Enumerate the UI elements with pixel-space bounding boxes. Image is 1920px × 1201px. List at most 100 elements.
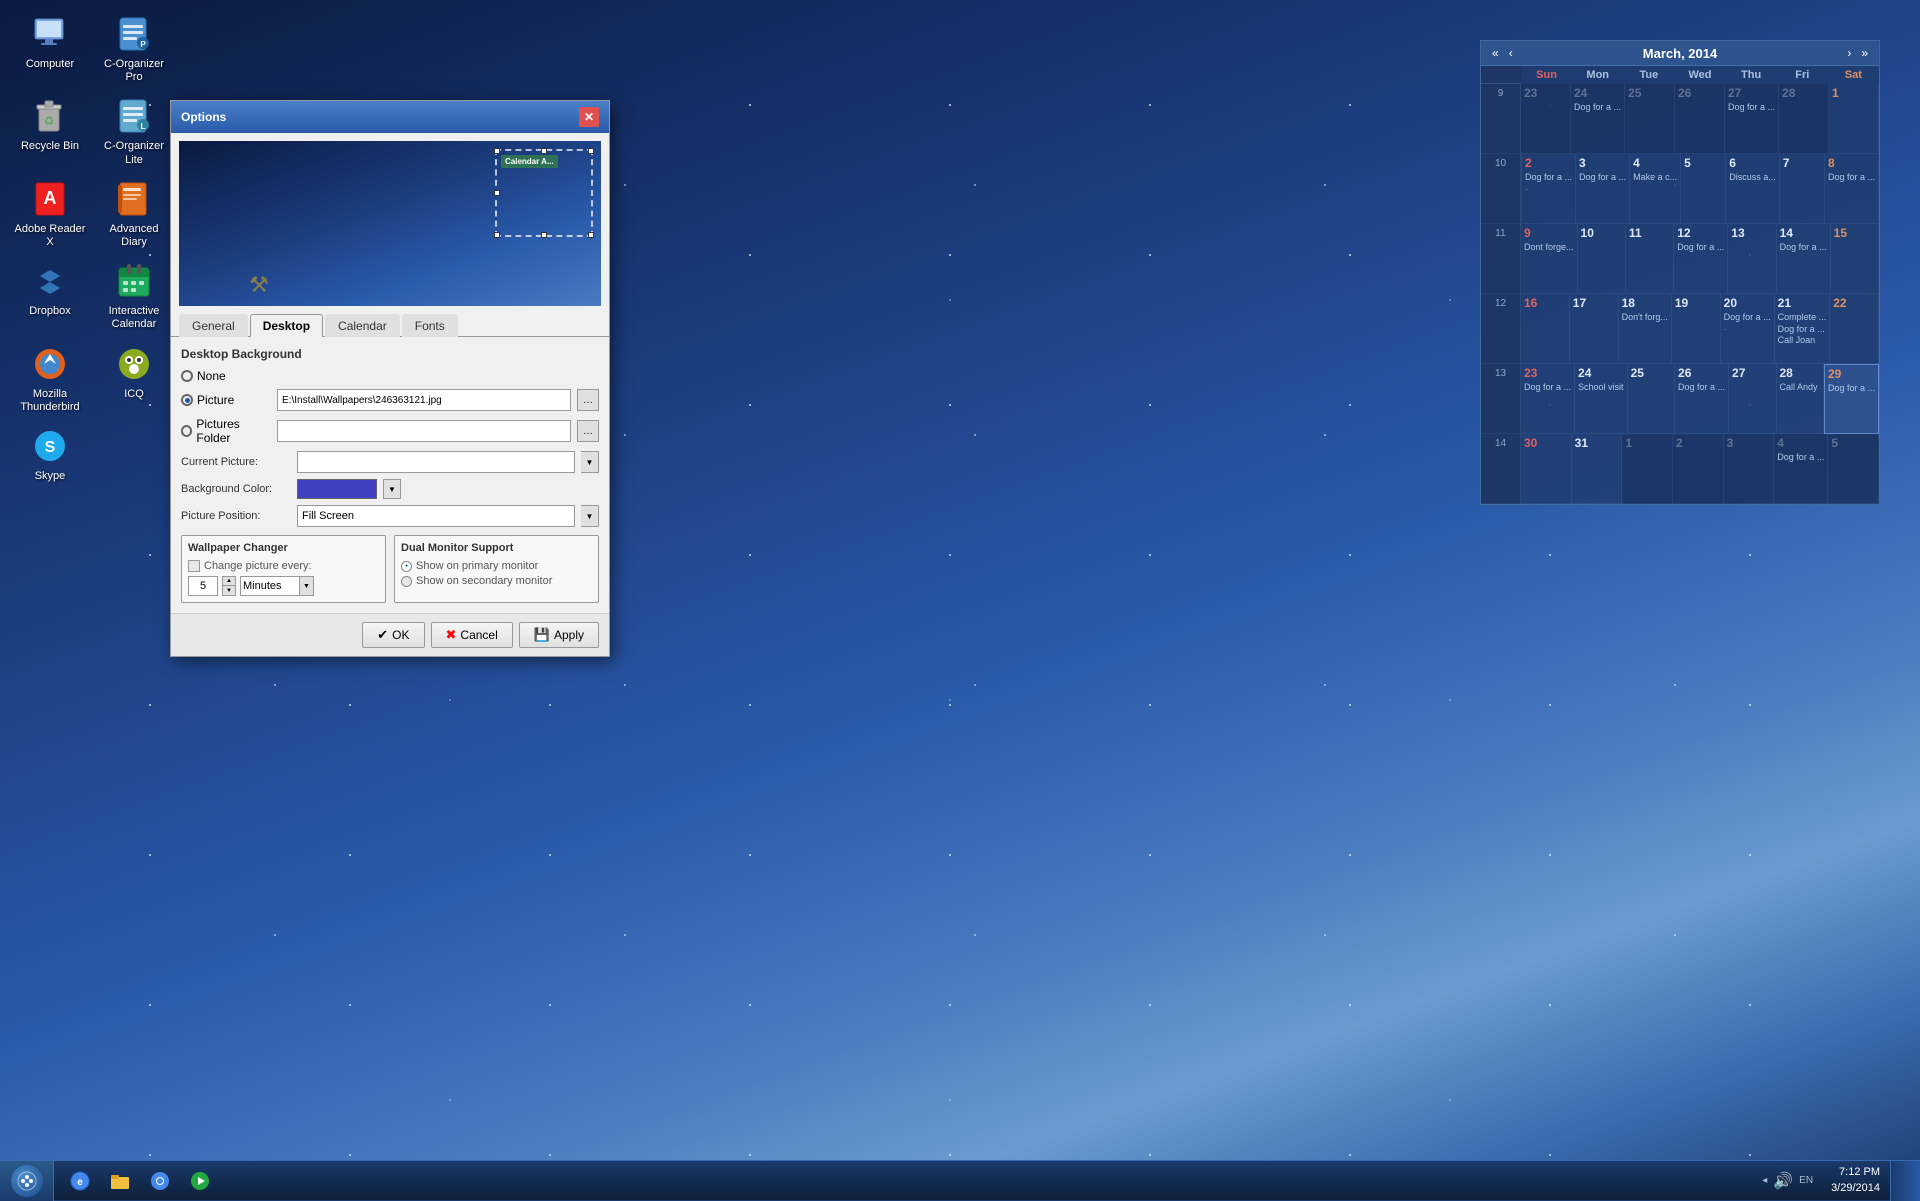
tab-desktop[interactable]: Desktop xyxy=(250,314,323,337)
cal-cell-23[interactable]: 23Dog for a ... xyxy=(1521,364,1575,434)
radio-picture[interactable]: Picture xyxy=(181,393,271,407)
taskbar-clock[interactable]: 7:12 PM 3/29/2014 xyxy=(1821,1165,1890,1196)
radio-none-btn[interactable] xyxy=(181,370,193,382)
change-picture-checkbox[interactable] xyxy=(188,560,200,572)
current-picture-arrow[interactable]: ▼ xyxy=(581,451,599,473)
desktop-icon-dropbox[interactable]: Dropbox xyxy=(10,257,90,335)
pictures-folder-input[interactable] xyxy=(277,420,571,442)
cal-cell-31[interactable]: 31 xyxy=(1572,434,1623,504)
apply-button[interactable]: 💾 Apply xyxy=(519,622,599,648)
cal-cell-25[interactable]: 25 xyxy=(1628,364,1675,434)
calendar-next-btn[interactable]: › xyxy=(1844,45,1854,61)
position-dropdown-arrow[interactable]: ▼ xyxy=(581,505,599,527)
desktop-icon-mozilla[interactable]: Mozilla Thunderbird xyxy=(10,340,90,418)
radio-primary-btn[interactable] xyxy=(401,561,412,572)
cal-cell-1-next[interactable]: 1 xyxy=(1622,434,1673,504)
picture-path-input[interactable] xyxy=(277,389,571,411)
tab-calendar[interactable]: Calendar xyxy=(325,314,400,337)
taskbar-chrome-icon[interactable] xyxy=(142,1163,178,1199)
start-button[interactable] xyxy=(0,1161,54,1201)
minutes-dropdown-arrow[interactable]: ▼ xyxy=(300,576,314,596)
cancel-button[interactable]: ✖ Cancel xyxy=(431,622,513,648)
cal-cell-12[interactable]: 12Dog for a ... xyxy=(1674,224,1728,294)
minutes-input[interactable] xyxy=(240,576,300,596)
cal-cell-16[interactable]: 16 xyxy=(1521,294,1570,364)
desktop-icon-advanced-diary[interactable]: Advanced Diary xyxy=(94,175,174,253)
cal-cell-28[interactable]: 28Call Andy xyxy=(1777,364,1824,434)
tab-fonts[interactable]: Fonts xyxy=(402,314,458,337)
calendar-prev-btn[interactable]: ‹ xyxy=(1506,45,1516,61)
cal-cell-4[interactable]: 4Make a c... xyxy=(1630,154,1681,224)
interval-value-input[interactable] xyxy=(188,576,218,596)
cal-cell-2[interactable]: 2Dog for a ...· xyxy=(1521,154,1576,224)
taskbar-ie-icon[interactable]: e xyxy=(62,1163,98,1199)
desktop-icon-adobe[interactable]: A Adobe Reader X xyxy=(10,175,90,253)
cal-cell-24[interactable]: 24School visit xyxy=(1575,364,1628,434)
calendar-first-btn[interactable]: « xyxy=(1489,45,1502,61)
interval-down-btn[interactable]: ▼ xyxy=(222,586,236,596)
cal-cell-25-prev[interactable]: 25 xyxy=(1625,84,1675,154)
cal-cell-27[interactable]: 27 xyxy=(1729,364,1776,434)
cal-cell-26[interactable]: 26Dog for a ... xyxy=(1675,364,1729,434)
cal-cell-4-next[interactable]: 4Dog for a ... xyxy=(1774,434,1828,504)
cal-cell-6[interactable]: 6Discuss a... xyxy=(1726,154,1780,224)
dropbox-icon xyxy=(30,261,70,301)
cal-cell-28-prev[interactable]: 28 xyxy=(1779,84,1829,154)
taskbar-folder-icon[interactable] xyxy=(102,1163,138,1199)
desktop-icon-skype[interactable]: S Skype xyxy=(10,422,90,487)
cal-cell-30[interactable]: 30 xyxy=(1521,434,1572,504)
radio-picture-btn[interactable] xyxy=(181,394,193,406)
dialog-close-button[interactable]: ✕ xyxy=(579,107,599,127)
cal-cell-14[interactable]: 14Dog for a ... xyxy=(1777,224,1831,294)
network-icon[interactable]: 🔊 xyxy=(1773,1171,1793,1191)
desktop-icon-computer[interactable]: Computer xyxy=(10,10,90,88)
cal-cell-24-prev[interactable]: 24Dog for a ... xyxy=(1571,84,1625,154)
cal-cell-19[interactable]: 19 xyxy=(1672,294,1721,364)
desktop-icon-icq[interactable]: ICQ xyxy=(94,340,174,418)
radio-pictures-folder[interactable]: Pictures Folder xyxy=(181,417,271,445)
cal-cell-26-prev[interactable]: 26 xyxy=(1675,84,1725,154)
taskbar-media-icon[interactable] xyxy=(182,1163,218,1199)
cal-cell-17[interactable]: 17 xyxy=(1570,294,1619,364)
cal-cell-5-next[interactable]: 5 xyxy=(1828,434,1879,504)
cal-cell-20[interactable]: 20Dog for a ...· xyxy=(1721,294,1775,364)
desktop-icon-corganizer-lite[interactable]: L C-Organizer Lite xyxy=(94,92,174,170)
tab-general[interactable]: General xyxy=(179,314,248,337)
picture-browse-btn[interactable]: … xyxy=(577,389,599,411)
desktop-icon-corganizer-pro[interactable]: P C-Organizer Pro xyxy=(94,10,174,88)
cal-cell-3-next[interactable]: 3 xyxy=(1724,434,1775,504)
cal-cell-23-prev[interactable]: 23 xyxy=(1521,84,1571,154)
show-desktop-btn[interactable] xyxy=(1890,1161,1920,1201)
radio-none-label: None xyxy=(197,369,226,383)
cal-cell-18[interactable]: 18Don't forg... xyxy=(1619,294,1672,364)
tray-arrow[interactable]: ◂ xyxy=(1762,1175,1767,1186)
radio-none[interactable]: None xyxy=(181,369,226,383)
desktop-icon-recycle[interactable]: ♻ Recycle Bin xyxy=(10,92,90,170)
cal-cell-13[interactable]: 13 xyxy=(1728,224,1776,294)
interval-up-btn[interactable]: ▲ xyxy=(222,576,236,586)
cal-cell-11[interactable]: 11 xyxy=(1626,224,1674,294)
cal-cell-1[interactable]: 1 xyxy=(1829,84,1879,154)
color-swatch[interactable] xyxy=(297,479,377,499)
ok-button[interactable]: ✔ OK xyxy=(362,622,424,648)
cal-cell-21[interactable]: 21Complete ...Dog for a ...Call Joan xyxy=(1775,294,1831,364)
cal-cell-8[interactable]: 8Dog for a ... xyxy=(1825,154,1879,224)
radio-secondary-btn[interactable] xyxy=(401,576,412,587)
cal-cell-7[interactable]: 7 xyxy=(1780,154,1825,224)
cal-cell-29-today[interactable]: 29Dog for a ... xyxy=(1824,364,1879,434)
cal-cell-10[interactable]: 10 xyxy=(1578,224,1626,294)
folder-browse-btn[interactable]: … xyxy=(577,420,599,442)
cal-cell-3[interactable]: 3Dog for a ... xyxy=(1576,154,1630,224)
cal-cell-27-prev[interactable]: 27Dog for a ... xyxy=(1725,84,1779,154)
picture-position-input[interactable] xyxy=(297,505,575,527)
cal-cell-15[interactable]: 15 xyxy=(1831,224,1879,294)
cal-cell-2-next[interactable]: 2 xyxy=(1673,434,1724,504)
cal-cell-5[interactable]: 5 xyxy=(1681,154,1726,224)
clock-date: 3/29/2014 xyxy=(1831,1181,1880,1196)
calendar-last-btn[interactable]: » xyxy=(1858,45,1871,61)
radio-folder-btn[interactable] xyxy=(181,425,192,437)
cal-cell-22[interactable]: 22 xyxy=(1830,294,1879,364)
cal-cell-9[interactable]: 9Dont forge... xyxy=(1521,224,1578,294)
color-dropdown-btn[interactable]: ▼ xyxy=(383,479,401,499)
desktop-icon-interactive-calendar[interactable]: Interactive Calendar xyxy=(94,257,174,335)
